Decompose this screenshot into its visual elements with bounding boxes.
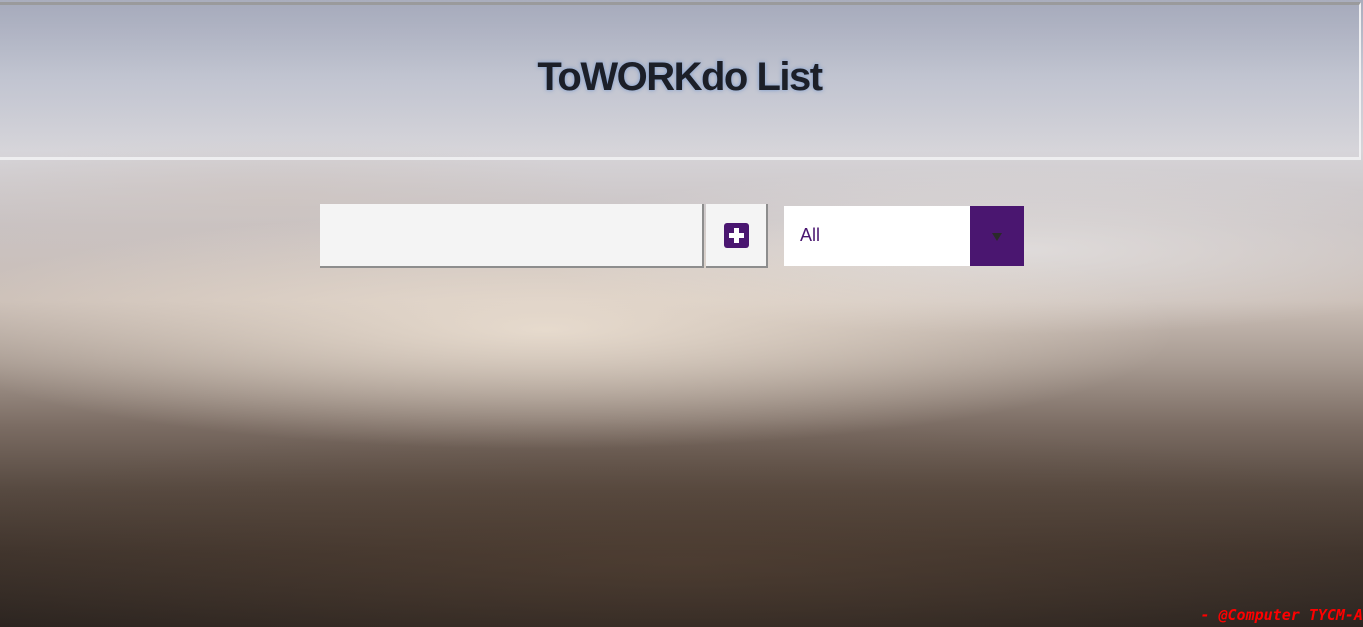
- todo-input[interactable]: [320, 204, 704, 268]
- plus-square-icon: [724, 223, 749, 248]
- footer-credit: - @Computer TYCM-A: [1200, 606, 1363, 624]
- chevron-down-icon: [992, 233, 1002, 241]
- page-header: ToWORKdo List: [0, 2, 1361, 160]
- page-title: ToWORKdo List: [537, 55, 823, 99]
- filter-selected-value: All: [800, 225, 821, 245]
- filter-dropdown-toggle[interactable]: [970, 206, 1024, 266]
- filter-select[interactable]: All: [784, 206, 1024, 266]
- add-todo-button[interactable]: [706, 204, 768, 268]
